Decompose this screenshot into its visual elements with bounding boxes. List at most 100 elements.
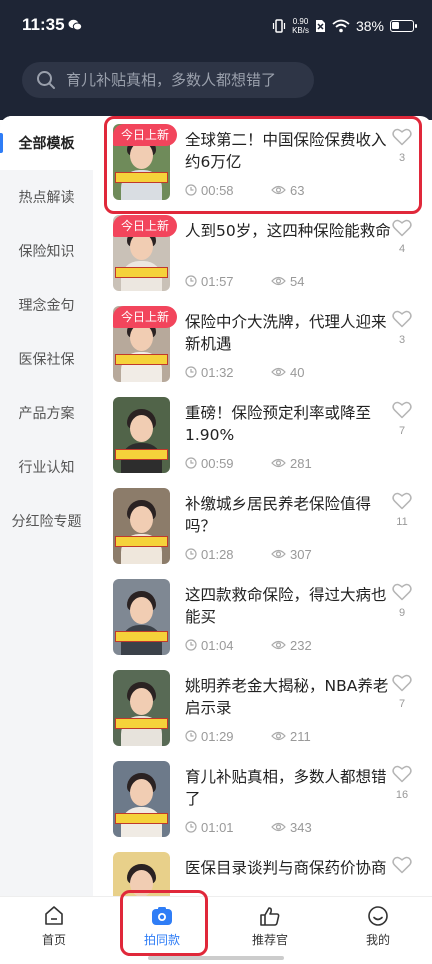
search-input[interactable]	[66, 71, 306, 89]
video-card[interactable]: 医保目录谈判与商保药价协商	[93, 844, 432, 896]
video-title[interactable]: 育儿补贴真相，多数人都想错了	[185, 766, 393, 810]
video-title[interactable]: 保险中介大洗牌，代理人迎来新机遇	[185, 311, 393, 355]
video-view-count: 211	[290, 728, 311, 744]
thumbnail-caption	[115, 354, 168, 365]
new-today-badge: 今日上新	[113, 215, 178, 237]
battery-icon	[390, 20, 417, 32]
sidebar-item[interactable]: 全部模板	[0, 116, 93, 170]
new-today-badge: 今日上新	[113, 306, 178, 328]
video-duration: 01:29	[201, 728, 234, 744]
thumbnail-face	[130, 324, 153, 351]
wechat-notification-icon	[68, 19, 82, 31]
video-thumbnail[interactable]	[113, 761, 170, 837]
sidebar-item[interactable]: 理念金句	[0, 278, 93, 332]
like-button[interactable]: 16	[390, 765, 414, 801]
battery-percent: 38%	[355, 18, 384, 34]
thumbnail-face	[130, 779, 153, 806]
video-views: 211	[271, 729, 311, 744]
net-speed-value: 0.90	[292, 17, 309, 26]
video-card[interactable]: 今日上新 全球第二！中国保险保费收入约6万亿 00:58 63 3	[93, 116, 432, 208]
nav-recommender-label: 推荐官	[251, 933, 288, 947]
views-eye-icon	[271, 185, 286, 195]
nav-home[interactable]: 首页	[14, 905, 94, 948]
heart-icon	[392, 310, 412, 328]
status-right: 0.90 KB/s 38%	[272, 15, 417, 37]
video-thumbnail[interactable]	[113, 397, 170, 473]
like-button[interactable]: 11	[390, 492, 414, 528]
like-count: 3	[398, 334, 406, 346]
video-card[interactable]: 今日上新 保险中介大洗牌，代理人迎来新机遇 01:32 40 3	[93, 298, 432, 390]
video-card[interactable]: 补缴城乡居民养老保险值得吗？ 01:28 307 11	[93, 480, 432, 572]
heart-icon	[392, 128, 412, 146]
nav-shoot-same[interactable]: 拍同款	[122, 905, 202, 948]
video-card[interactable]: 育儿补贴真相，多数人都想错了 01:01 343 16	[93, 753, 432, 845]
video-title[interactable]: 重磅！保险预定利率或降至1.90%	[185, 402, 393, 446]
video-title[interactable]: 医保目录谈判与商保药价协商	[185, 857, 393, 879]
like-button[interactable]: 7	[390, 401, 414, 437]
video-thumbnail[interactable]	[113, 579, 170, 655]
heart-icon	[392, 492, 412, 510]
like-count: 9	[398, 607, 406, 619]
battery-level	[392, 22, 400, 29]
sidebar-item[interactable]: 保险知识	[0, 224, 93, 278]
video-card[interactable]: 姚明养老金大揭秘，NBA养老启示录 01:29 211 7	[93, 662, 432, 754]
video-views: 281	[271, 456, 312, 471]
video-card[interactable]: 重磅！保险预定利率或降至1.90% 00:59 281 7	[93, 389, 432, 481]
video-title[interactable]: 补缴城乡居民养老保险值得吗？	[185, 493, 393, 537]
video-thumbnail[interactable]	[113, 670, 170, 746]
sidebar-item[interactable]: 热点解读	[0, 170, 93, 224]
clock-icon	[185, 275, 197, 287]
video-thumbnail[interactable]	[113, 852, 170, 896]
video-views: 54	[271, 274, 304, 289]
video-meta: 01:28 307	[185, 546, 312, 562]
nav-recommender[interactable]: 推荐官	[230, 905, 310, 948]
video-title[interactable]: 姚明养老金大揭秘，NBA养老启示录	[185, 675, 393, 719]
thumbnail-caption	[115, 536, 168, 547]
like-button[interactable]: 3	[390, 310, 414, 346]
thumbs-up-icon	[260, 907, 280, 926]
bottom-nav: 首页 拍同款 推荐官 我的	[0, 896, 432, 964]
network-speed: 0.90 KB/s	[292, 17, 309, 35]
nav-mine[interactable]: 我的	[338, 905, 418, 948]
video-meta: 01:29 211	[185, 728, 311, 744]
thumbnail-caption	[115, 813, 168, 824]
sidebar-item[interactable]: 医保社保	[0, 332, 93, 386]
like-button[interactable]	[390, 856, 414, 880]
views-eye-icon	[271, 549, 286, 559]
video-duration: 00:59	[201, 455, 234, 471]
video-duration: 00:58	[201, 182, 234, 198]
clock-icon	[185, 730, 197, 742]
search-bar[interactable]	[22, 62, 314, 98]
like-button[interactable]: 3	[390, 128, 414, 164]
like-count: 7	[398, 698, 406, 710]
views-eye-icon	[271, 640, 286, 650]
sidebar-item[interactable]: 分红险专题	[0, 494, 93, 548]
like-button[interactable]: 7	[390, 674, 414, 710]
status-bar: 11:35 0.90 KB/s 38%	[0, 0, 432, 52]
video-title[interactable]: 全球第二！中国保险保费收入约6万亿	[185, 129, 393, 173]
like-button[interactable]: 4	[390, 219, 414, 255]
video-thumbnail[interactable]	[113, 488, 170, 564]
video-feed: 今日上新 全球第二！中国保险保费收入约6万亿 00:58 63 3 今日上新 人到50岁，这…	[93, 116, 432, 896]
video-card[interactable]: 今日上新 人到50岁，这四种保险能救命 01:57 54 4	[93, 207, 432, 299]
heart-icon	[392, 856, 412, 874]
sidebar-item[interactable]: 产品方案	[0, 386, 93, 440]
views-eye-icon	[271, 276, 286, 286]
like-count: 7	[398, 425, 406, 437]
thumbnail-caption	[115, 631, 168, 642]
video-duration: 01:28	[201, 546, 234, 562]
video-title[interactable]: 这四款救命保险，得过大病也能买	[185, 584, 393, 628]
header-area: 11:35 0.90 KB/s 38%	[0, 0, 432, 120]
thumbnail-face	[130, 688, 153, 715]
views-eye-icon	[271, 458, 286, 468]
thumbnail-caption	[115, 718, 168, 729]
video-meta: 00:58 63	[185, 182, 304, 198]
like-button[interactable]: 9	[390, 583, 414, 619]
sidebar-item[interactable]: 行业认知	[0, 440, 93, 494]
views-eye-icon	[271, 731, 286, 741]
thumbnail-face	[130, 415, 153, 442]
video-title[interactable]: 人到50岁，这四种保险能救命	[185, 220, 393, 242]
video-card[interactable]: 这四款救命保险，得过大病也能买 01:04 232 9	[93, 571, 432, 663]
nav-home-label: 首页	[41, 933, 66, 947]
video-duration: 01:57	[201, 273, 234, 289]
